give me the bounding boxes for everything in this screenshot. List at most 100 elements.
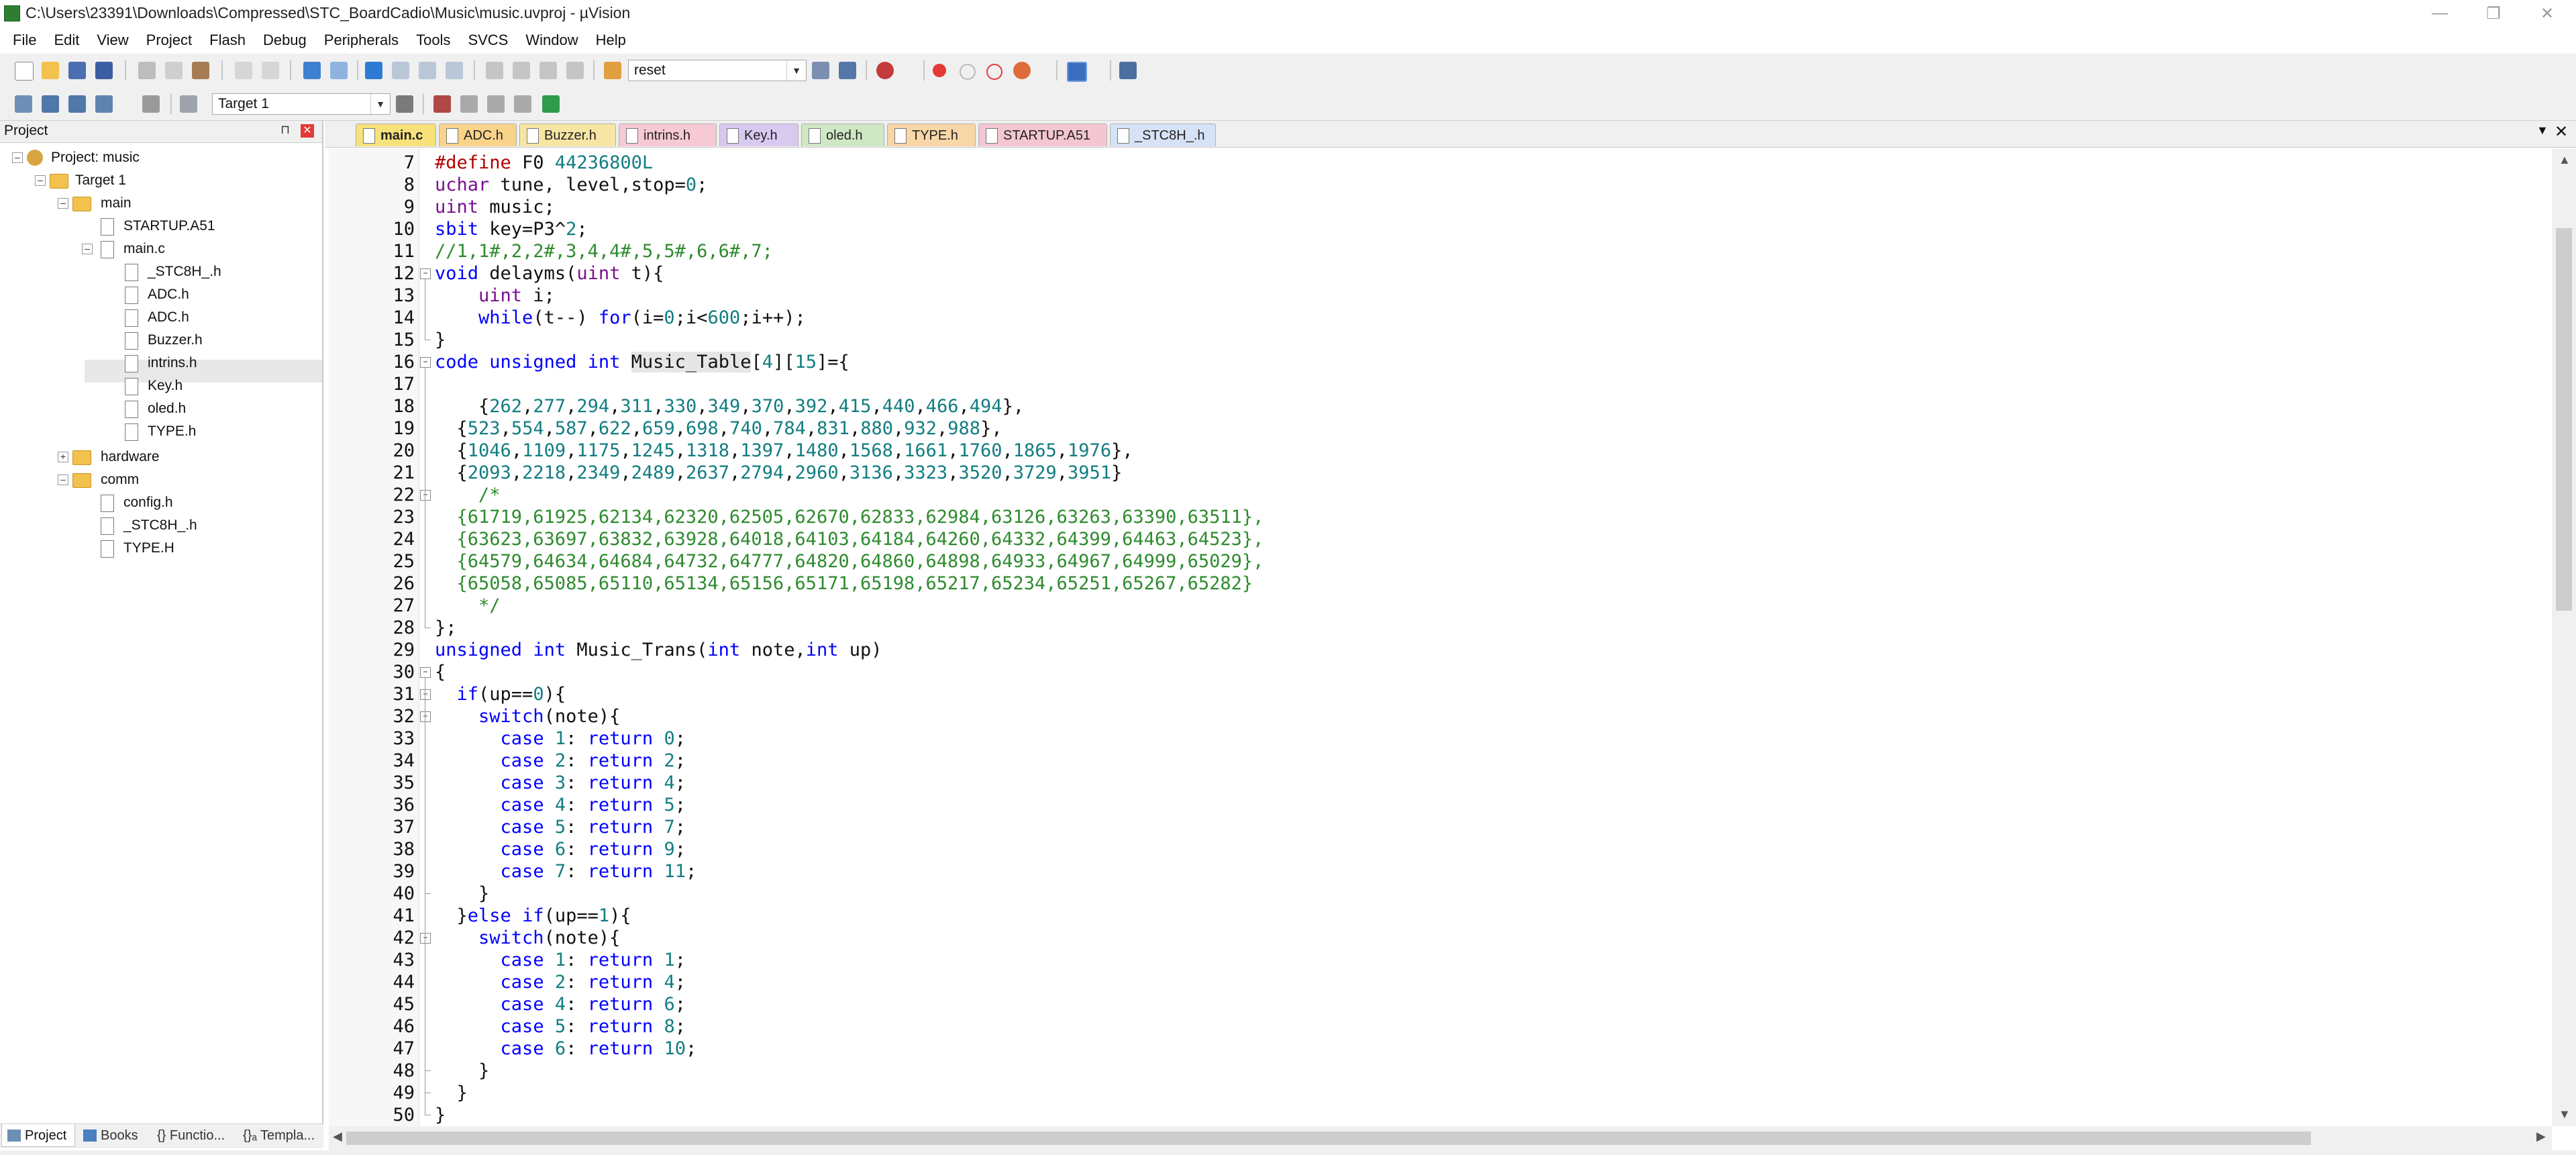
tab-adc-h[interactable]: ADC.h (439, 123, 517, 146)
tree-item-include[interactable]: TYPE.h (0, 420, 322, 443)
pin-icon[interactable]: ⊓ (280, 123, 290, 137)
collapse-icon[interactable]: – (82, 244, 93, 254)
tree-item-include[interactable]: ADC.h (0, 283, 322, 306)
code-line[interactable]: case 5: return 7; (435, 816, 686, 838)
debug-session-icon[interactable] (876, 62, 894, 79)
fold-collapse-icon[interactable]: – (420, 490, 431, 501)
tree-item-include[interactable]: ADC.h (0, 306, 322, 329)
tab-type-h[interactable]: TYPE.h (887, 123, 976, 146)
batch-build-icon[interactable] (95, 95, 113, 113)
redo-icon[interactable] (262, 62, 279, 79)
tab-oled-h[interactable]: oled.h (801, 123, 884, 146)
code-line[interactable]: case 1: return 1; (435, 949, 686, 971)
code-line[interactable]: {63623,63697,63832,63928,64018,64103,641… (435, 528, 1264, 550)
tree-item-file[interactable]: STARTUP.A51 (0, 215, 322, 238)
code-line[interactable]: { (435, 661, 446, 683)
rte-icon[interactable] (542, 95, 560, 113)
configure-icon[interactable] (1119, 62, 1137, 79)
clear-bookmarks-icon[interactable] (446, 62, 463, 79)
code-line[interactable]: if(up==0){ (435, 683, 566, 705)
menu-svcs[interactable]: SVCS (459, 27, 517, 54)
next-bookmark-icon[interactable] (419, 62, 436, 79)
code-line[interactable]: } (435, 1104, 446, 1126)
select-packs-icon[interactable] (487, 95, 505, 113)
scroll-down-icon[interactable]: ▼ (2559, 1107, 2571, 1121)
find-icon[interactable] (812, 62, 829, 79)
code-line[interactable]: switch(note){ (435, 927, 620, 949)
target-options-icon[interactable] (396, 95, 413, 113)
tab-startup-a51[interactable]: STARTUP.A51 (978, 123, 1107, 146)
code-line[interactable]: {523,554,587,622,659,698,740,784,831,880… (435, 417, 1002, 440)
breakpoint-icon[interactable] (933, 64, 946, 77)
code-line[interactable]: case 6: return 9; (435, 838, 686, 860)
minimize-button[interactable]: — (2413, 0, 2467, 27)
code-line[interactable]: } (435, 329, 446, 351)
code-line[interactable]: unsigned int Music_Trans(int note,int up… (435, 639, 882, 661)
menu-file[interactable]: File (4, 27, 45, 54)
window-layout-icon[interactable] (1067, 62, 1087, 82)
manage-project-items-icon[interactable] (433, 95, 451, 113)
menu-window[interactable]: Window (517, 27, 586, 54)
horizontal-scroll-thumb[interactable] (346, 1132, 2311, 1145)
comment-icon[interactable] (539, 62, 557, 79)
vertical-scroll-thumb[interactable] (2556, 228, 2572, 611)
chevron-down-icon[interactable]: ▼ (786, 60, 806, 81)
incremental-find-icon[interactable] (839, 62, 856, 79)
enable-breakpoint-icon[interactable] (960, 64, 976, 80)
tree-item-group-comm[interactable]: – comm (0, 468, 322, 491)
close-window-button[interactable]: ✕ (2520, 0, 2574, 27)
code-line[interactable]: {1046,1109,1175,1245,1318,1397,1480,1568… (435, 440, 1133, 462)
code-line[interactable]: case 4: return 6; (435, 993, 686, 1015)
target-select[interactable]: Target 1 ▼ (212, 93, 391, 115)
rebuild-icon[interactable] (68, 95, 86, 113)
chevron-down-icon[interactable] (906, 62, 914, 79)
code-line[interactable]: case 4: return 5; (435, 794, 686, 816)
tab-list-chevron-icon[interactable]: ▼ (2536, 123, 2548, 138)
manage-run-time-icon[interactable] (460, 95, 478, 113)
tree-item-project[interactable]: – Project: music (0, 146, 322, 169)
prev-bookmark-icon[interactable] (392, 62, 409, 79)
uncomment-icon[interactable] (566, 62, 584, 79)
new-file-icon[interactable] (15, 62, 34, 81)
code-line[interactable]: uint i; (435, 285, 555, 307)
build-icon[interactable] (42, 95, 59, 113)
kill-breakpoints-icon[interactable] (1013, 62, 1031, 79)
code-line[interactable]: uchar tune, level,stop=0; (435, 174, 707, 196)
tab-functions[interactable]: {} Functio... (150, 1124, 236, 1147)
download-icon[interactable] (180, 95, 197, 113)
chevron-down-icon[interactable]: ▼ (370, 94, 390, 114)
code-line[interactable]: void delayms(uint t){ (435, 262, 664, 285)
fold-collapse-icon[interactable]: – (420, 357, 431, 368)
tree-item-include[interactable]: _STC8H_.h (0, 260, 322, 283)
code-line[interactable]: //1,1#,2,2#,3,4,4#,5,5#,6,6#,7; (435, 240, 773, 262)
code-line[interactable]: } (435, 1082, 468, 1104)
tree-item-include[interactable]: intrins.h (0, 352, 322, 374)
pack-installer-icon[interactable] (514, 95, 531, 113)
code-line[interactable]: {61719,61925,62134,62320,62505,62670,628… (435, 506, 1264, 528)
menu-view[interactable]: View (88, 27, 137, 54)
menu-peripherals[interactable]: Peripherals (315, 27, 407, 54)
tree-item-group-hardware[interactable]: + hardware (0, 446, 322, 468)
find-in-files-icon[interactable] (604, 62, 621, 79)
horizontal-scrollbar[interactable]: ◀ ▶ (329, 1126, 2552, 1150)
collapse-icon[interactable]: – (58, 198, 68, 209)
code-line[interactable]: code unsigned int Music_Table[4][15]={ (435, 351, 849, 373)
scroll-up-icon[interactable]: ▲ (2559, 153, 2571, 167)
menu-flash[interactable]: Flash (201, 27, 254, 54)
code-line[interactable]: sbit key=P3^2; (435, 218, 588, 240)
code-line[interactable]: case 3: return 4; (435, 772, 686, 794)
fold-collapse-icon[interactable]: – (420, 667, 431, 678)
code-line[interactable]: {2093,2218,2349,2489,2637,2794,2960,3136… (435, 462, 1123, 484)
close-tab-icon[interactable]: ✕ (2555, 122, 2568, 142)
fold-collapse-icon[interactable]: – (420, 933, 431, 944)
code-line[interactable]: #define F0 44236800L (435, 152, 653, 174)
indent-icon[interactable] (486, 62, 503, 79)
fold-collapse-icon[interactable]: – (420, 689, 431, 700)
code-line[interactable]: */ (435, 595, 501, 617)
code-line[interactable]: case 6: return 10; (435, 1038, 697, 1060)
code-line[interactable]: } (435, 883, 489, 905)
copy-icon[interactable] (165, 62, 183, 79)
chevron-down-icon[interactable] (123, 95, 132, 113)
scroll-right-icon[interactable]: ▶ (2536, 1129, 2546, 1144)
code-line[interactable]: case 7: return 11; (435, 860, 697, 883)
